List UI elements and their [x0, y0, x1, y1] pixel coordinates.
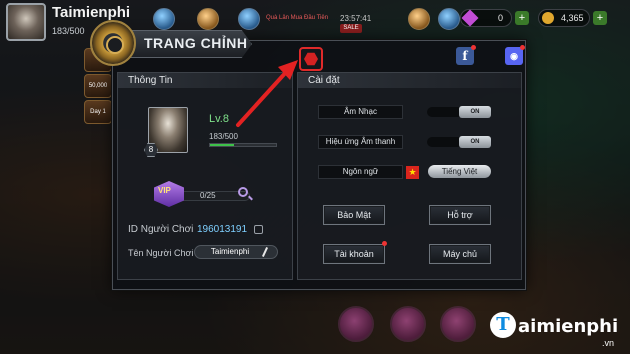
player-name-label: Tên Người Chơi — [128, 248, 194, 258]
add-gems-button[interactable]: + — [515, 11, 529, 25]
gear-icon — [90, 20, 136, 66]
music-label: Âm Nhạc — [318, 105, 403, 119]
vip-label: VIP — [158, 186, 171, 195]
watermark-suffix: .vn — [602, 338, 615, 348]
server-button[interactable]: Máy chủ — [429, 244, 491, 264]
exp-bar-fill — [210, 144, 235, 146]
sound-toggle-state: ON — [459, 136, 491, 148]
dialog-title-bar: TRANG CHỈNH — [90, 20, 260, 66]
exp-bar — [209, 143, 277, 147]
music-toggle-state: ON — [459, 106, 491, 118]
player-id-value: 196013191 — [197, 224, 248, 235]
sound-effects-label: Hiệu ứng Âm thanh — [318, 135, 403, 149]
language-select[interactable]: Tiếng Việt — [428, 165, 491, 178]
facebook-icon: f — [462, 49, 468, 63]
side-day-label: Day 1 — [90, 109, 106, 115]
player-id-label: ID Người Chơi — [128, 224, 194, 235]
account-button[interactable]: Tài khoản — [323, 244, 385, 264]
settings-panel: Cài đặt Âm Nhạc ON Hiệu ứng Âm thanh ON … — [297, 72, 522, 280]
level-text: Lv.8 — [209, 113, 229, 125]
hud-player-name: Taimienphi — [52, 4, 131, 21]
side-reward-value: 50,000 — [88, 83, 108, 89]
dialog-title: TRANG CHỈNH — [144, 35, 248, 51]
account-notification-dot — [382, 241, 387, 246]
gem-shop-icon[interactable] — [438, 8, 460, 30]
player-avatar[interactable] — [6, 3, 46, 41]
search-icon[interactable] — [238, 187, 248, 197]
sale-badge: SALE — [340, 24, 362, 33]
language-label: Ngôn ngữ — [318, 165, 403, 179]
close-button[interactable] — [299, 47, 323, 71]
bottom-menu-icon[interactable] — [338, 306, 374, 342]
sound-effects-toggle[interactable]: ON — [427, 136, 491, 148]
coin-amount: 4,365 — [561, 13, 584, 23]
exp-text: 183/500 — [209, 132, 238, 141]
event-timer: 23:57:41 — [340, 14, 372, 23]
security-button[interactable]: Bảo Mật — [323, 205, 385, 225]
side-reward-icon[interactable]: 50,000 — [84, 74, 112, 98]
notification-dot — [520, 45, 525, 50]
gift-icon[interactable] — [408, 8, 430, 30]
support-button[interactable]: Hỗ trợ — [429, 205, 491, 225]
copy-icon[interactable] — [254, 225, 263, 234]
level-badge: 8 — [144, 143, 158, 157]
gem-icon — [461, 9, 479, 27]
coin-counter: 4,365 + — [538, 9, 607, 27]
event-text: Quà Lân Mua Đầu Tiên — [266, 15, 329, 21]
music-toggle[interactable]: ON — [427, 106, 491, 118]
hexagon-icon — [304, 52, 318, 66]
side-day-icon[interactable]: Day 1 — [84, 100, 112, 124]
player-name-value: Taimienphi — [210, 247, 250, 256]
vietnam-flag-icon: ★ — [406, 166, 419, 179]
bottom-menu-icon[interactable] — [440, 306, 476, 342]
coin-icon — [542, 12, 554, 24]
character-portrait[interactable]: 8 — [144, 107, 188, 157]
settings-panel-header: Cài đặt — [298, 73, 521, 88]
hud-player-exp: 183/500 — [52, 26, 85, 36]
add-coins-button[interactable]: + — [593, 11, 607, 25]
info-panel-header: Thông Tin — [118, 73, 292, 88]
info-panel: Thông Tin 8 Lv.8 183/500 VIP 0/25 ID Ngư… — [117, 72, 293, 280]
vip-progress-text: 0/25 — [200, 191, 216, 200]
notification-dot — [471, 45, 476, 50]
gem-amount: 0 — [497, 13, 503, 23]
gem-counter: 0 + — [460, 9, 529, 27]
bottom-menu-icon[interactable] — [390, 306, 426, 342]
watermark-logo-icon: T — [490, 312, 516, 338]
discord-icon: ◉ — [510, 51, 518, 61]
watermark-text: aimienphi — [518, 316, 619, 337]
